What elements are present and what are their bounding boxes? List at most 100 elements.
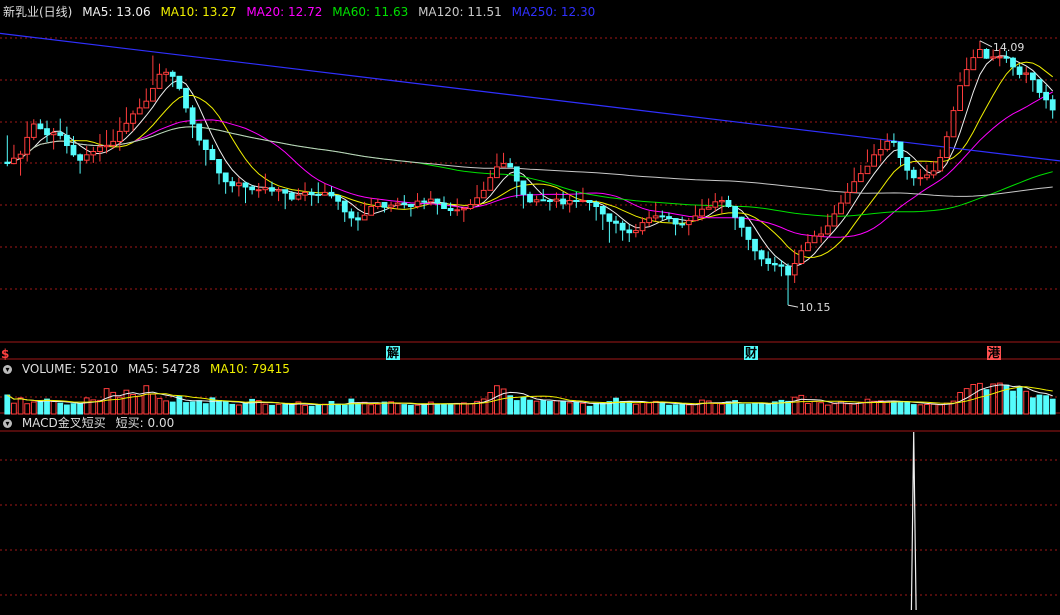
volume-bar [341,404,348,415]
indicator-value: 短买: 0.00 [115,416,175,430]
volume-bar [262,403,269,415]
volume-bar [196,400,203,415]
candle [970,49,977,71]
volume-bar [626,401,633,415]
candle [209,144,216,161]
candle-body [216,159,222,174]
candle-body [441,202,447,210]
candle [937,149,944,172]
volume-bar [275,403,282,415]
volume-bar [996,382,1003,415]
volume-bar [150,393,156,415]
candle-body [910,169,917,179]
volume-bar [745,403,752,415]
candle-body [123,122,130,132]
candle-body [666,216,672,220]
candle [474,185,481,206]
candle-body [1036,79,1043,93]
candle-body [328,191,335,197]
candle-body [791,263,798,276]
candle-body [90,151,97,156]
volume-bars [4,382,1056,415]
candle-body [917,177,924,180]
volume-bar [368,404,375,415]
volume-bar [924,404,930,415]
candle-body [824,225,831,235]
candle [189,105,196,139]
candle-body [434,198,441,204]
candle-body [613,220,619,224]
volume-bar [64,404,70,415]
candle-body [977,49,983,59]
candle [1016,64,1023,79]
candle-body [857,173,864,183]
candle-body [487,177,494,191]
candle-body [136,107,143,115]
kline-chart: 14.09 10.15 [0,32,1060,611]
candle [414,193,421,209]
volume-bar [328,401,335,415]
candle [771,256,778,272]
candle-body [811,235,818,244]
event-marker-dollar[interactable]: $ [0,347,10,361]
chevron-down-icon[interactable]: ▾ [3,365,12,374]
candle-body [222,172,229,183]
chevron-down-icon[interactable]: ▾ [3,419,12,428]
event-marker-finance[interactable]: 财 [744,346,759,360]
candle [910,166,917,186]
event-marker-unlock[interactable]: 解 [386,346,401,360]
candle [37,119,44,130]
candle-body [394,202,401,206]
volume-label: VOLUME: 52010 [21,362,119,376]
volume-bar [461,402,467,415]
candle [97,134,103,162]
volume-bar [242,402,249,415]
volume-bar [752,403,758,415]
candle [183,87,189,113]
volume-bar [156,397,163,415]
candle-body [566,200,573,205]
volume-bar [884,401,891,415]
candle-body [699,208,705,217]
event-marker-hk[interactable]: 港 [987,346,1002,360]
volume-bar [692,403,699,415]
volume-bar [1016,386,1023,415]
candle [64,126,70,154]
candle [520,180,527,209]
candle [229,176,236,193]
candle [666,212,672,222]
candle [851,167,858,193]
ma20-line [7,91,1053,238]
candle-body [798,250,805,265]
volume-bar [381,401,388,415]
stock-name[interactable]: 新乳业(日线) [3,5,72,19]
signal-indicator [910,431,917,611]
candle-body [520,180,527,195]
candle-body [308,191,315,195]
candle [738,216,745,237]
candle-body [421,200,428,203]
candle [824,213,831,235]
candle-body [805,242,811,252]
candle-body [361,214,368,221]
volume-bar [421,403,428,415]
volume-bar [699,399,705,415]
candle [408,203,414,217]
candle-body [229,181,236,187]
candle-body [447,208,454,211]
candle [765,251,772,271]
candle-body [461,208,467,211]
candle [103,130,110,154]
volume-bar [533,400,540,415]
volume-bar [712,403,719,415]
candle [950,106,957,138]
candle [136,98,143,115]
candle [547,198,553,211]
volume-bar [288,403,295,415]
candle [44,120,50,143]
volume-bar [566,402,573,415]
candle [1036,79,1043,98]
candle-body [249,186,255,191]
ma120-legend: MA120: 11.51 [418,5,502,19]
volume-bar [388,401,395,415]
